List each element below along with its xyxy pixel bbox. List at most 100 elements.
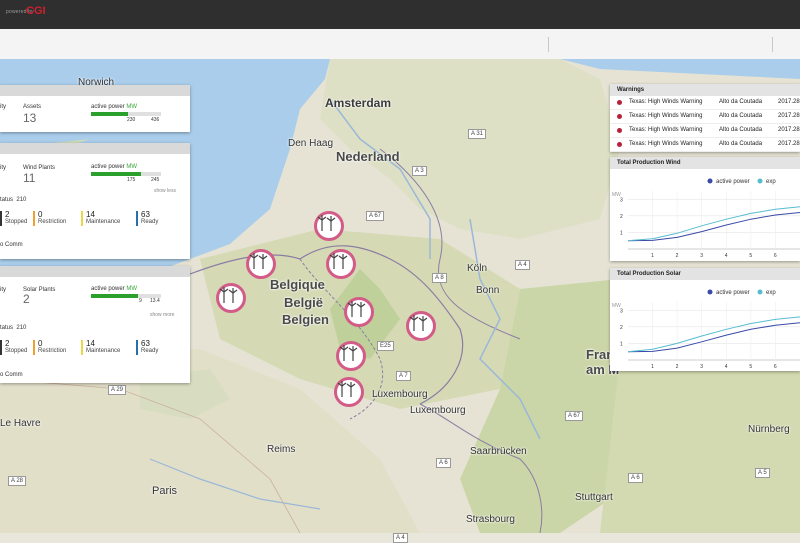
series-line xyxy=(627,316,800,353)
x-tick-label: 4 xyxy=(725,253,728,259)
series-line xyxy=(627,206,800,242)
wind-plant-marker[interactable] xyxy=(314,211,344,241)
city-label: Köln xyxy=(467,263,488,274)
road-label: A 28 xyxy=(8,476,27,486)
wind-plant-marker[interactable] xyxy=(336,341,366,371)
road-label: A 4 xyxy=(515,260,530,270)
solar-chart-title: Total Production Solar xyxy=(610,268,800,280)
cgi-logo: CGI xyxy=(26,5,46,17)
x-tick-label: 6 xyxy=(774,364,777,370)
city-label: Luxembourg xyxy=(410,405,466,416)
wind-turbine-icon xyxy=(329,253,348,269)
wind-turbine-icon xyxy=(249,253,268,269)
country-label: Belgien xyxy=(282,312,329,327)
warnings-title: Warnings xyxy=(610,84,800,96)
road-label: A 7 xyxy=(396,371,411,381)
x-tick-label: 1 xyxy=(651,364,654,370)
solar-production-chart: MWactive power exp1231 2 3 4 5 6 xyxy=(612,289,800,370)
legend-label: exp xyxy=(766,179,776,185)
wind-turbine-icon xyxy=(219,287,238,303)
wind-production-chart-panel: Total Production Wind MW active power exp 1… xyxy=(610,157,800,261)
legend-swatch xyxy=(707,178,713,184)
toolbar-divider xyxy=(548,37,549,52)
active-power-label: active power MW xyxy=(91,286,138,292)
warning-row[interactable]: Texas: High Winds Warning Alto da Coutada… xyxy=(610,96,800,110)
y-tick-label: 3 xyxy=(620,197,623,203)
solar-plants-card: ity Solar Plants 2 active power MW 9 13.… xyxy=(0,266,190,383)
card-header xyxy=(0,85,190,96)
city-label: Luxembourg xyxy=(372,389,428,400)
series-line xyxy=(627,212,800,242)
warning-dot-icon xyxy=(617,142,622,147)
city-label: Nürnberg xyxy=(748,424,790,435)
x-tick-label: 3 xyxy=(700,253,703,259)
card-left-label: ity xyxy=(0,165,6,171)
no-comm-label: o Comm xyxy=(0,242,23,248)
y-tick-label: 1 xyxy=(620,341,623,347)
no-comm-label: o Comm xyxy=(0,372,23,378)
wind-turbine-icon xyxy=(317,215,336,231)
wind-plants-count: 11 xyxy=(23,171,36,185)
wind-plant-marker[interactable] xyxy=(216,283,246,313)
x-tick-label: 5 xyxy=(749,253,752,259)
country-label: België xyxy=(284,295,324,310)
city-label: Strasbourg xyxy=(466,514,515,525)
status-label: tatus 210 xyxy=(0,197,27,203)
y-tick-label: 2 xyxy=(620,214,623,220)
warning-row[interactable]: Texas: High Winds Warning Alto da Coutada… xyxy=(610,110,800,124)
show-less-link[interactable]: show less xyxy=(154,188,176,194)
city-label: Reims xyxy=(267,444,296,455)
status-label: tatus 210 xyxy=(0,325,27,331)
card-left-label: ity xyxy=(0,104,6,110)
power-current: 175 xyxy=(127,177,136,183)
warning-dot-icon xyxy=(617,114,622,119)
active-power-label: active power MW xyxy=(91,164,138,170)
warning-dot-icon xyxy=(617,128,622,133)
x-tick-label: 6 xyxy=(774,253,777,259)
wind-plant-marker[interactable] xyxy=(406,311,436,341)
active-power-bar-fill xyxy=(91,172,141,176)
legend-label: active power xyxy=(716,179,750,185)
city-label: Stuttgart xyxy=(575,492,613,503)
x-tick-label: 1 xyxy=(651,253,654,259)
road-label: A 8 xyxy=(432,273,447,283)
card-header xyxy=(0,266,190,277)
warnings-panel: Warnings Texas: High Winds Warning Alto d… xyxy=(610,84,800,152)
road-label: A 6 xyxy=(436,458,451,468)
city-label: Le Havre xyxy=(0,418,41,429)
toolbar xyxy=(0,29,800,60)
warning-row[interactable]: Texas: High Winds Warning Alto da Coutada… xyxy=(610,124,800,138)
y-tick-label: 1 xyxy=(620,230,623,236)
legend-swatch xyxy=(707,289,713,295)
wind-turbine-icon xyxy=(337,381,356,397)
road-label: A 5 xyxy=(755,468,770,478)
x-tick-label: 4 xyxy=(725,364,728,370)
warning-dot-icon xyxy=(617,100,622,105)
wind-plant-marker[interactable] xyxy=(334,377,364,407)
assets-label: Assets xyxy=(23,104,42,110)
road-label: E25 xyxy=(377,341,394,351)
road-label: A 29 xyxy=(108,385,127,395)
road-label: A 31 xyxy=(468,129,487,139)
x-tick-label: 5 xyxy=(749,364,752,370)
active-power-bar xyxy=(91,112,161,116)
active-power-bar-fill xyxy=(91,294,138,298)
road-label: A 6 xyxy=(628,473,643,483)
wind-turbine-icon xyxy=(339,345,358,361)
card-header xyxy=(0,143,190,154)
show-more-link[interactable]: show more xyxy=(150,312,174,318)
warning-row[interactable]: Texas: High Winds Warning Alto da Coutada… xyxy=(610,138,800,152)
toolbar-divider xyxy=(772,37,773,52)
y-tick-label: 3 xyxy=(620,308,623,314)
road-label: A 67 xyxy=(565,411,584,421)
solar-plants-count: 2 xyxy=(23,292,30,306)
wind-plant-marker[interactable] xyxy=(246,249,276,279)
wind-plant-marker[interactable] xyxy=(344,297,374,327)
power-capacity: 436 xyxy=(151,117,160,123)
legend-label: exp xyxy=(766,290,776,296)
power-capacity: 245 xyxy=(151,177,160,183)
wind-turbine-icon xyxy=(409,315,428,331)
city-label: Saarbrücken xyxy=(470,446,527,457)
wind-plant-marker[interactable] xyxy=(326,249,356,279)
power-current: 9 xyxy=(139,298,142,304)
